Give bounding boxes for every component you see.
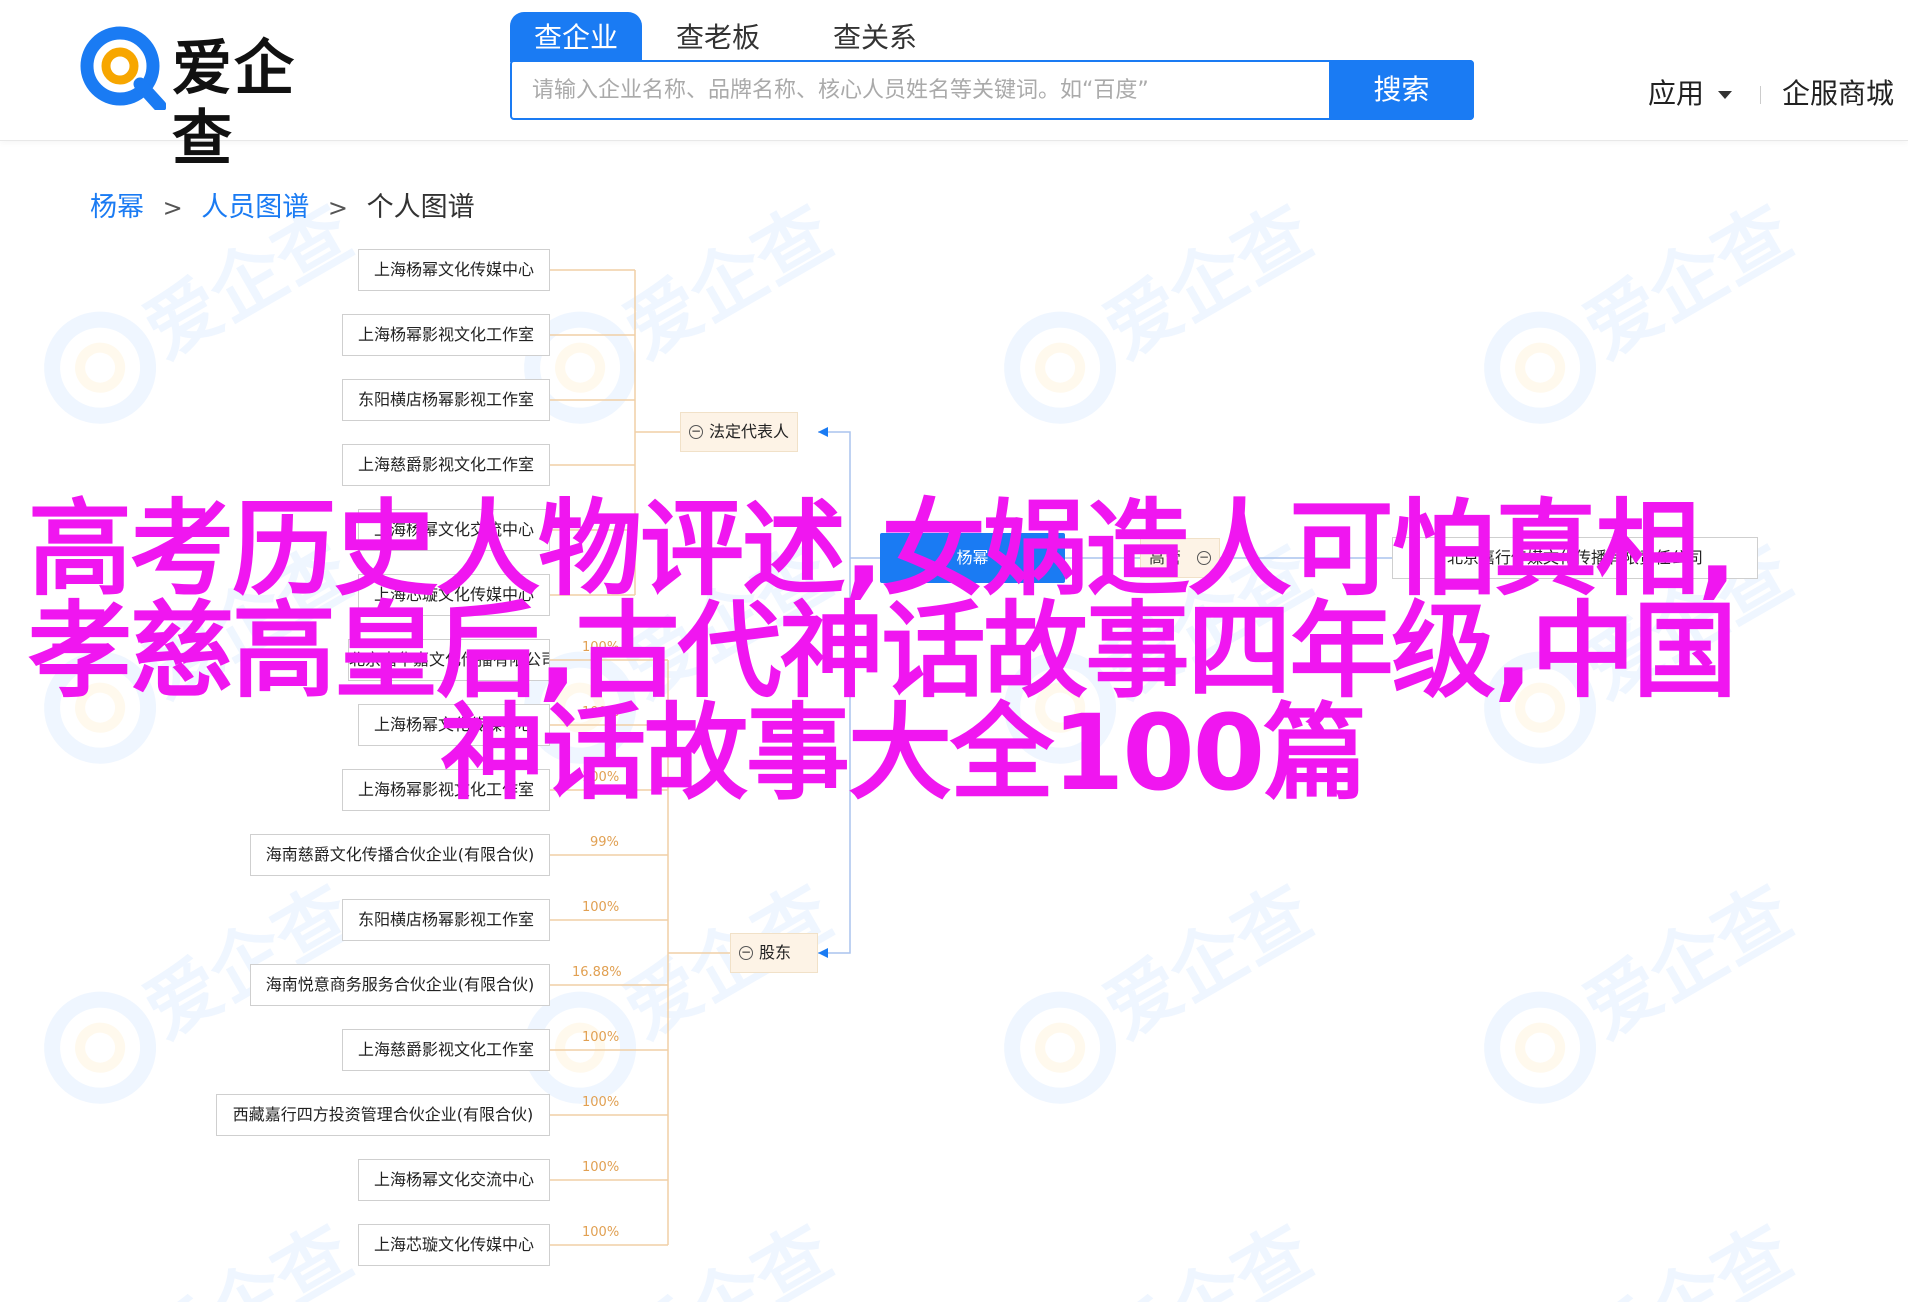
collapse-icon[interactable]: − (739, 946, 753, 960)
relationship-graph: − 法定代表人 上海杨幂文化传媒中心 上海杨幂影视文化工作室 东阳横店杨幂影视工… (0, 140, 1908, 1302)
share-percent: 100% (582, 1095, 620, 1110)
share-percent: 100% (582, 1030, 620, 1045)
company-node[interactable]: 上海杨幂文化传媒中心 (358, 704, 550, 746)
search-button[interactable]: 搜索 (1329, 60, 1474, 120)
company-node[interactable]: 上海杨幂影视文化工作室 (342, 314, 550, 356)
company-node[interactable]: 上海慈爵影视文化工作室 (342, 444, 550, 486)
share-percent: 100% (582, 705, 620, 720)
logo-text: 爱企查 (172, 34, 296, 174)
collapse-icon[interactable]: − (1197, 551, 1211, 565)
company-node[interactable]: 海南慈爵文化传播合伙企业(有限合伙) (250, 834, 550, 876)
share-percent: 100% (582, 900, 620, 915)
company-node[interactable]: 北京嘉华嘉文化传播有限公司 (348, 639, 550, 681)
company-node[interactable]: 东阳横店杨幂影视工作室 (342, 899, 550, 941)
legal-representative-group[interactable]: − 法定代表人 (680, 412, 798, 452)
logo-icon (80, 26, 167, 113)
top-header: 爱企查 查企业 查老板 查关系 搜索 应用 企服商城 (0, 0, 1908, 174)
collapse-icon[interactable]: − (689, 425, 703, 439)
share-percent: 100% (582, 1225, 620, 1240)
group-label: 高管 (1149, 548, 1182, 567)
share-percent: 100% (582, 1160, 620, 1175)
executive-group[interactable]: 高管 − (1140, 538, 1220, 578)
apps-menu[interactable]: 应用 (1648, 72, 1733, 116)
share-percent: 100% (582, 770, 620, 785)
company-node[interactable]: 上海慈爵影视文化工作室 (342, 1029, 550, 1071)
company-node[interactable]: 海南悦意商务服务合伙企业(有限合伙) (250, 964, 550, 1006)
share-percent: 100% (582, 640, 620, 655)
group-label: 法定代表人 (709, 422, 790, 441)
search-box: 搜索 (510, 60, 1474, 120)
tab-boss[interactable]: 查老板 (658, 12, 778, 62)
company-node[interactable]: 上海杨幂文化传媒中心 (358, 249, 550, 291)
center-person-node[interactable]: 杨幂 (880, 533, 1065, 583)
share-percent: 16.88% (572, 965, 622, 980)
company-node[interactable]: 上海杨幂文化交流中心 (358, 509, 550, 551)
company-node[interactable]: 上海芯璇文化传媒中心 (358, 1224, 550, 1266)
company-node[interactable]: 上海杨幂影视文化工作室 (342, 769, 550, 811)
tab-relation[interactable]: 查关系 (815, 12, 935, 62)
company-node[interactable]: 东阳横店杨幂影视工作室 (342, 379, 550, 421)
nav-divider (1760, 86, 1761, 104)
company-node[interactable]: 西藏嘉行四方投资管理合伙企业(有限合伙) (216, 1094, 550, 1136)
chevron-down-icon (1718, 91, 1733, 99)
apps-label: 应用 (1648, 77, 1705, 110)
service-mall-link[interactable]: 企服商城 (1782, 72, 1894, 116)
company-node[interactable]: 上海芯璇文化传媒中心 (358, 574, 550, 616)
tab-company[interactable]: 查企业 (510, 12, 642, 62)
search-input[interactable] (512, 62, 1332, 118)
shareholder-group[interactable]: − 股东 (730, 933, 818, 973)
company-node[interactable]: 北京嘉行传媒文化传播有限责任公司 (1392, 537, 1758, 579)
group-label: 股东 (759, 943, 792, 962)
company-node[interactable]: 上海杨幂文化交流中心 (358, 1159, 550, 1201)
share-percent: 99% (590, 835, 619, 850)
logo[interactable]: 爱企查 (80, 26, 350, 174)
